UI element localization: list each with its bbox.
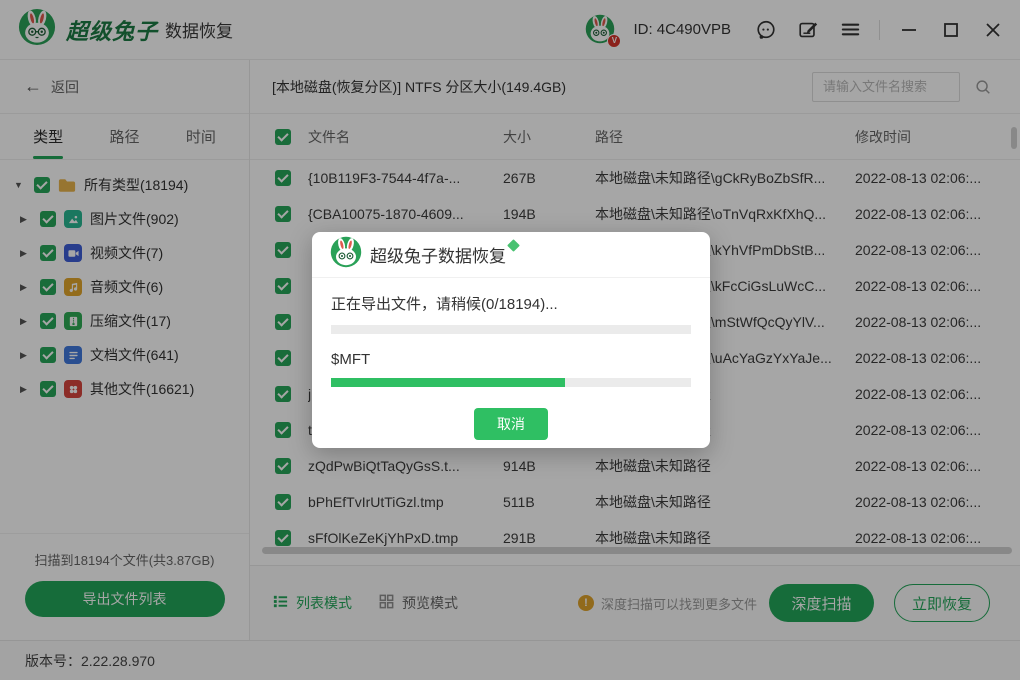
cancel-button[interactable]: 取消 bbox=[474, 408, 548, 440]
app-window: { "titlebar": { "brand_name": "超级兔子", "b… bbox=[0, 0, 1020, 680]
dialog-header: 超级兔子数据恢复 bbox=[312, 232, 710, 278]
dialog-body: 正在导出文件，请稍候(0/18194)... $MFT 取消 bbox=[312, 278, 710, 440]
dialog-rabbit-icon bbox=[330, 236, 362, 273]
current-progress-fill bbox=[331, 378, 565, 387]
sparkle-icon bbox=[507, 239, 520, 252]
export-status-text: 正在导出文件，请稍候(0/18194)... bbox=[331, 293, 691, 314]
current-file-label: $MFT bbox=[331, 351, 691, 368]
export-progress-dialog: 超级兔子数据恢复 正在导出文件，请稍候(0/18194)... $MFT 取消 bbox=[312, 232, 710, 448]
dialog-title: 超级兔子数据恢复 bbox=[370, 242, 506, 267]
current-progress-bar bbox=[331, 378, 691, 387]
overall-progress-bar bbox=[331, 325, 691, 334]
